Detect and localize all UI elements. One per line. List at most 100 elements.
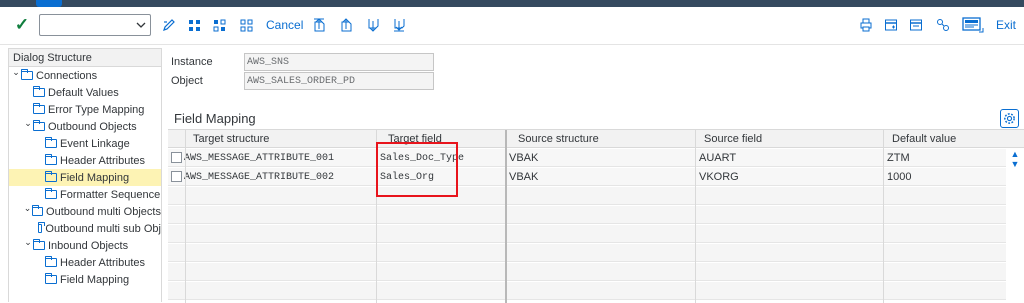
table-cell[interactable]: VKORG [699,171,739,183]
cancel-button[interactable]: Cancel [266,15,303,35]
table-cell[interactable]: ZTM [887,152,910,164]
deselect-all-icon[interactable] [237,15,255,35]
tree-item-label: Field Mapping [60,171,130,184]
folder-icon [45,273,57,284]
chevron-down-icon[interactable]: ⌄ [23,203,32,214]
shell-tab[interactable] [36,0,62,7]
field-mapping-table: Target structure Target field Source str… [168,129,1024,303]
object-field[interactable]: AWS_SALES_ORDER_PD [244,72,434,90]
folder-icon [33,103,45,114]
tree-item-label: Header Attributes [60,154,145,167]
tree-item[interactable]: Formatter Sequence [9,186,161,203]
field-mapping-title: Field Mapping [174,111,256,126]
table-row[interactable] [168,225,1006,243]
chevron-down-icon[interactable]: ⌄ [23,237,33,248]
folder-icon [21,69,33,80]
tree-item-label: Error Type Mapping [48,103,145,116]
folder-open-icon [45,171,57,182]
tree-item[interactable]: Header Attributes [9,254,161,271]
enter-check-button[interactable]: ✓ [12,15,32,35]
chevron-down-icon[interactable]: ⌄ [23,118,33,129]
table-scrollbar[interactable]: ▲ ▼ [1008,149,1022,185]
table-row[interactable] [168,206,1006,224]
tree-item-label: Connections [36,69,98,82]
gear-icon [1004,113,1015,124]
table-row[interactable] [168,282,1006,300]
tree-item[interactable]: Outbound multi sub Obj [9,220,161,237]
table-row[interactable]: AWS_MESSAGE_ATTRIBUTE_002 Sales_Org VBAK VK… [168,168,1006,186]
tree-item-label: Field Mapping [60,273,130,286]
table-settings-button[interactable] [1000,109,1019,128]
col-target-structure[interactable]: Target structure [193,133,269,145]
folder-icon [33,86,45,97]
previous-page-icon[interactable] [337,15,355,35]
object-row: Object AWS_SALES_ORDER_PD [171,72,434,90]
column-divider [185,130,186,303]
table-cell[interactable]: VBAK [509,152,538,164]
select-all-icon[interactable] [185,15,203,35]
tree-item-label: Outbound Objects [48,120,137,133]
exit-button[interactable]: Exit [996,15,1016,35]
table-header: Target structure Target field Source str… [168,130,1024,148]
chevron-down-icon [136,22,146,28]
tree-item-label: Formatter Sequence [60,188,161,201]
row-select-checkbox[interactable] [171,171,182,182]
scroll-down-icon[interactable]: ▼ [1011,159,1020,169]
table-cell[interactable]: VBAK [509,171,538,183]
folder-icon [32,205,44,216]
tree-item[interactable]: Field Mapping [9,271,161,288]
instance-field[interactable]: AWS_SNS [244,53,434,71]
column-divider [695,130,696,303]
col-source-structure[interactable]: Source structure [518,133,599,145]
first-page-icon[interactable] [310,15,328,35]
tree-item[interactable]: Header Attributes [9,152,161,169]
tree-item-label: Outbound multi sub Obj [45,222,161,235]
table-cell[interactable]: AUART [699,152,736,164]
col-source-field[interactable]: Source field [704,133,762,145]
tree-item[interactable]: Field Mapping [9,169,161,186]
shortcut-icon[interactable] [934,15,952,35]
tree-item-label: Event Linkage [60,137,130,150]
tree-item[interactable]: Error Type Mapping [9,101,161,118]
table-cell[interactable]: AWS_MESSAGE_ATTRIBUTE_001 [184,153,334,164]
shell-header [0,0,1024,7]
col-default-value[interactable]: Default value [892,133,956,145]
tree-item-label: Header Attributes [60,256,145,269]
table-row[interactable] [168,244,1006,262]
tree-item-label: Outbound multi Objects [46,205,161,218]
tree-item[interactable]: Default Values [9,84,161,101]
window-icon[interactable] [907,15,925,35]
folder-icon [45,154,57,165]
customize-layout-icon[interactable] [961,15,985,35]
tree-item-label: Default Values [48,86,119,99]
folder-icon [45,137,57,148]
folder-icon [33,239,45,250]
last-page-icon[interactable] [390,15,408,35]
instance-row: Instance AWS_SNS [171,53,434,71]
table-cell[interactable]: AWS_MESSAGE_ATTRIBUTE_002 [184,172,334,183]
scroll-up-icon[interactable]: ▲ [1011,149,1020,159]
column-divider [505,130,507,303]
print-icon[interactable] [857,15,875,35]
row-select-checkbox[interactable] [171,152,182,163]
tree-item[interactable]: ⌄ Outbound Objects [9,118,161,135]
column-divider [883,130,884,303]
tree-item[interactable]: ⌄ Connections [9,67,161,84]
table-cell[interactable]: 1000 [887,171,911,183]
edit-icon[interactable] [160,15,178,35]
chevron-down-icon[interactable]: ⌄ [11,67,21,78]
table-row[interactable] [168,263,1006,281]
next-page-icon[interactable] [364,15,382,35]
select-block-icon[interactable] [210,15,228,35]
folder-icon [45,188,57,199]
folder-icon [33,120,45,131]
table-row[interactable]: AWS_MESSAGE_ATTRIBUTE_001 Sales_Doc_Type V… [168,149,1006,167]
new-window-icon[interactable] [882,15,900,35]
tree-item[interactable]: ⌄ Outbound multi Objects [9,203,161,220]
toolbar: ✓ Cancel Exit [0,7,1024,45]
tree-item[interactable]: ⌄ Inbound Objects [9,237,161,254]
table-row[interactable] [168,187,1006,205]
dialog-structure-title: Dialog Structure [9,49,161,67]
command-field[interactable] [39,14,151,36]
tree-item[interactable]: Event Linkage [9,135,161,152]
